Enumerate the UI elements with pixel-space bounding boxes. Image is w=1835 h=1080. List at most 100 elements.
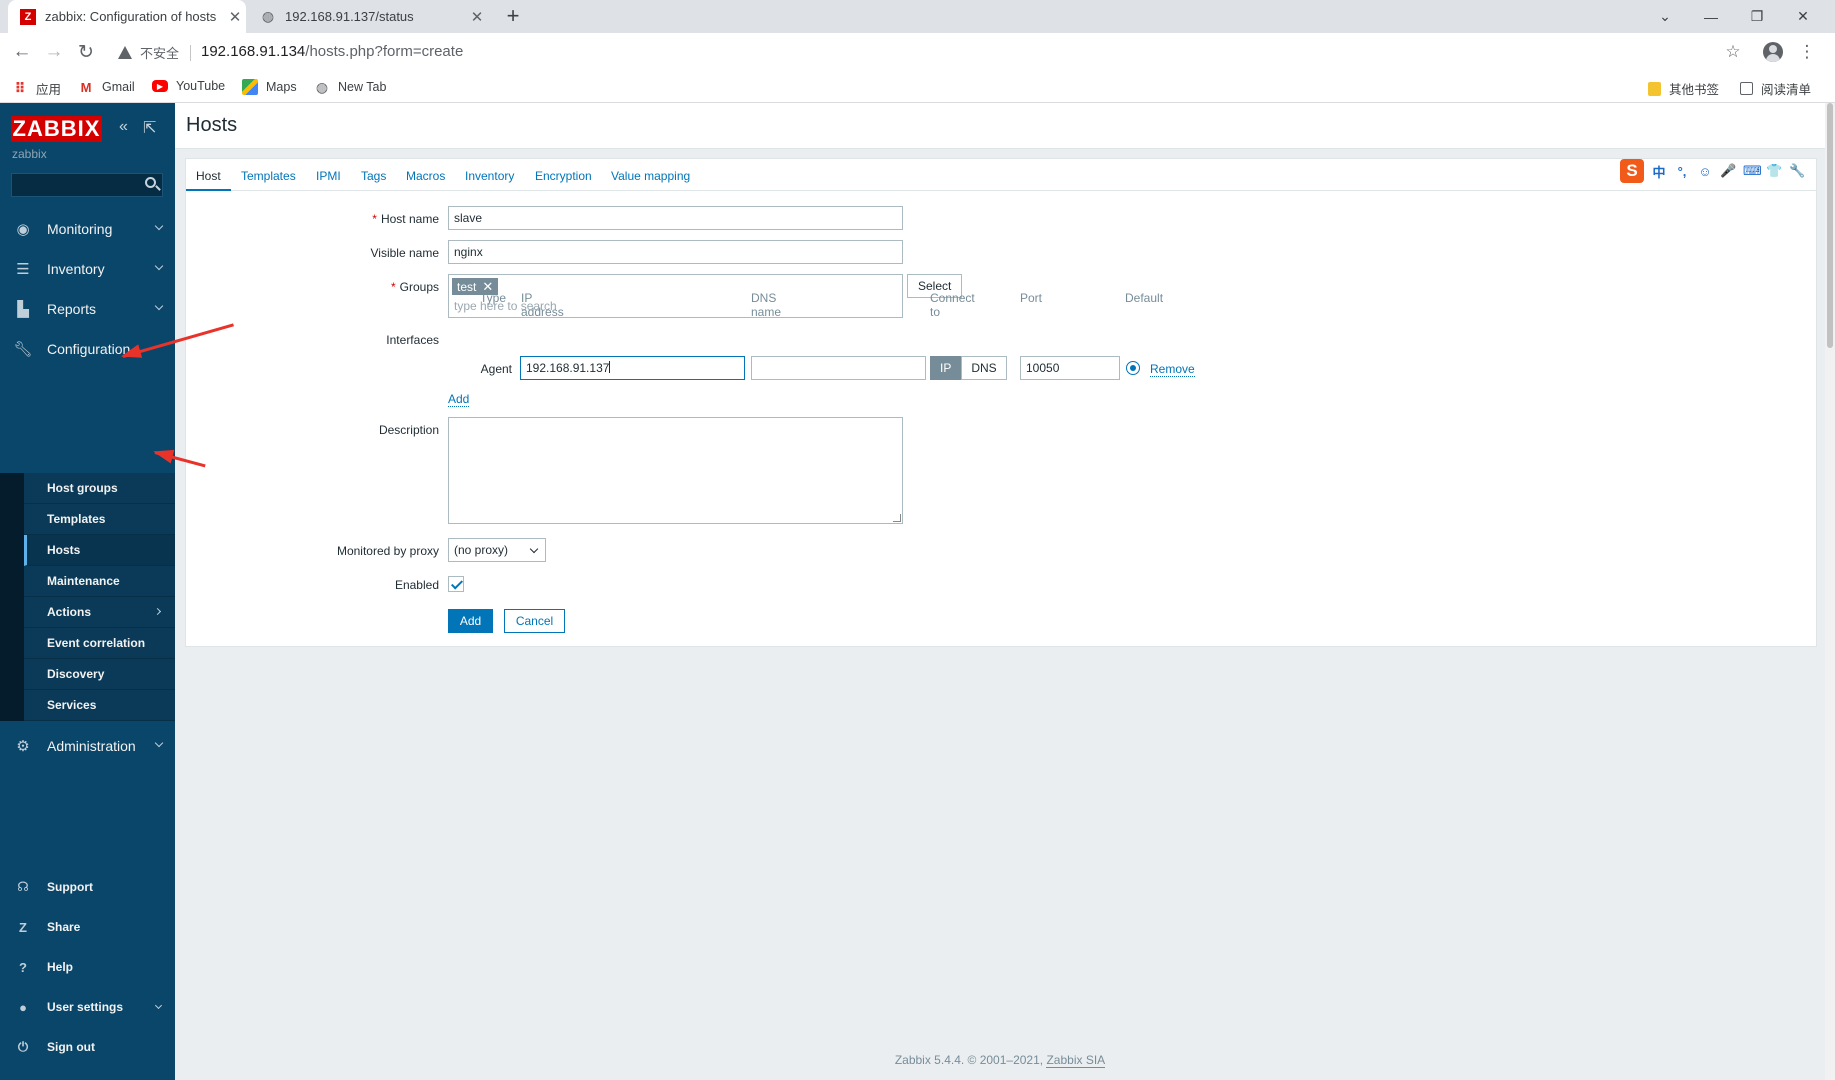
menu-support[interactable]: ☊ Support [0,870,175,904]
apps-grid-icon: ⠿ [14,80,26,96]
cancel-button[interactable]: Cancel [504,609,565,633]
bar-chart-icon: ▙ [17,301,29,318]
resize-grip-icon[interactable] [893,514,901,522]
page-footer: Zabbix 5.4.4. © 2001–2021, Zabbix SIA [175,1053,1825,1068]
minimize-icon[interactable]: — [1688,0,1734,33]
back-icon[interactable]: ← [8,38,36,66]
kiosk-mode-icon[interactable]: ⇱ [143,118,156,138]
reload-icon[interactable]: ↻ [72,38,100,66]
submenu-host-groups[interactable]: Host groups [24,473,175,504]
tab-encryption[interactable]: Encryption [535,169,592,183]
remove-interface-link[interactable]: Remove [1150,362,1195,377]
submenu-actions[interactable]: Actions [24,597,175,628]
visible-name-input[interactable]: nginx [448,240,903,264]
proxy-select[interactable]: (no proxy) [448,538,546,562]
header-dns: DNS name [751,291,782,319]
collapse-sidebar-icon[interactable]: « [119,118,128,136]
bookmark-maps[interactable]: Maps [242,79,297,95]
security-indicator[interactable]: 不安全 [118,43,179,62]
search-icon[interactable] [145,177,156,188]
tab-tags[interactable]: Tags [361,169,386,183]
gmail-icon: M [80,79,92,95]
emoji-icon[interactable]: ☺ [1697,164,1713,179]
address-bar[interactable]: 192.168.91.134/hosts.php?form=create [201,43,463,60]
host-name-input[interactable]: slave [448,206,903,230]
header-connect: Connect to [930,291,975,319]
bookmark-apps[interactable]: ⠿ 应用 [12,79,61,98]
close-window-icon[interactable]: ✕ [1780,0,1826,33]
menu-sign-out[interactable]: ⏻ Sign out [0,1030,175,1064]
interfaces-label: Interfaces [386,333,439,347]
menu-user-settings[interactable]: ● User settings [0,990,175,1024]
zabbix-logo[interactable]: ZABBIX [11,116,102,142]
tab-value-mapping[interactable]: Value mapping [611,169,690,183]
dns-name-input[interactable] [751,356,926,380]
bookmark-other[interactable]: 其他书签 [1648,79,1719,98]
tab-host[interactable]: Host [186,169,231,191]
settings-wrench-icon[interactable]: 🔧 [1789,163,1805,179]
scrollbar-thumb[interactable] [1827,103,1833,348]
forward-icon[interactable]: → [40,38,68,66]
submenu-event-correlation[interactable]: Event correlation [24,628,175,659]
browser-menu-icon[interactable]: ⋮ [1796,41,1818,63]
restore-icon[interactable]: ❐ [1734,0,1780,33]
browser-tab-zabbix[interactable]: Z zabbix: Configuration of hosts ✕ [8,0,246,33]
enabled-checkbox[interactable] [448,576,464,592]
bookmark-gmail[interactable]: M Gmail [78,79,135,95]
menu-inventory[interactable]: ☰ Inventory [0,249,175,289]
page-scrollbar[interactable] [1825,103,1835,1080]
punctuation-icon[interactable]: °, [1674,164,1690,179]
default-interface-radio[interactable] [1126,361,1140,375]
submenu-templates[interactable]: Templates [24,504,175,535]
bookmark-youtube[interactable]: ▶ YouTube [152,79,225,93]
required-mark: * [372,212,377,226]
submenu-discovery[interactable]: Discovery [24,659,175,690]
menu-share[interactable]: Z Share [0,910,175,944]
submenu-hosts[interactable]: Hosts [24,535,175,566]
connect-dns-button[interactable]: DNS [961,356,1007,380]
sidebar-search-input[interactable] [11,173,163,197]
submenu-maintenance[interactable]: Maintenance [24,566,175,597]
chevron-down-icon [154,261,164,271]
add-button[interactable]: Add [448,609,493,633]
reading-list-icon [1740,82,1753,95]
chinese-mode-icon[interactable]: 中 [1651,162,1667,181]
tab-ipmi[interactable]: IPMI [316,169,341,183]
browser-tab-status[interactable]: ◍ 192.168.91.137/status ✕ [248,0,488,33]
security-label: 不安全 [140,46,180,61]
header-port: Port [1020,291,1043,305]
text-caret [609,361,611,373]
add-interface-link[interactable]: Add [448,392,470,407]
description-textarea[interactable] [448,417,903,524]
close-tab-icon[interactable]: ✕ [224,8,246,26]
tab-templates[interactable]: Templates [241,169,296,183]
new-tab-button[interactable]: + [500,4,526,28]
menu-help[interactable]: ? Help [0,950,175,984]
sogou-logo-icon[interactable]: S [1620,159,1644,183]
keyboard-icon[interactable]: ⌨ [1743,163,1762,179]
groups-label: * Groups [186,280,439,294]
port-input[interactable]: 10050 [1020,356,1120,380]
reading-list[interactable]: 阅读清单 [1740,79,1811,98]
profile-icon[interactable] [1762,41,1784,63]
close-tab-icon[interactable]: ✕ [466,8,488,26]
bookmark-label: Maps [266,80,297,94]
ip-address-input[interactable]: 192.168.91.137 [520,356,745,380]
bookmark-star-icon[interactable]: ☆ [1722,41,1744,63]
gear-icon: ⚙ [16,738,30,755]
bookmark-newtab[interactable]: ◍ New Tab [314,79,387,95]
submenu-services[interactable]: Services [24,690,175,721]
groups-multiselect[interactable]: test ✕ type here to search [448,274,903,318]
menu-label: Help [47,960,74,974]
skin-icon[interactable]: 👕 [1766,163,1782,179]
chevron-down-icon [154,301,164,311]
connect-ip-button[interactable]: IP [930,356,962,380]
zabbix-sia-link[interactable]: Zabbix SIA [1046,1053,1106,1068]
tab-inventory[interactable]: Inventory [465,169,514,183]
menu-reports[interactable]: ▙ Reports [0,289,175,329]
tab-macros[interactable]: Macros [406,169,445,183]
microphone-icon[interactable]: 🎤 [1720,163,1736,179]
tab-search-icon[interactable]: ⌄ [1642,0,1688,33]
menu-monitoring[interactable]: ◉ Monitoring [0,209,175,249]
menu-administration[interactable]: ⚙ Administration [0,726,175,766]
